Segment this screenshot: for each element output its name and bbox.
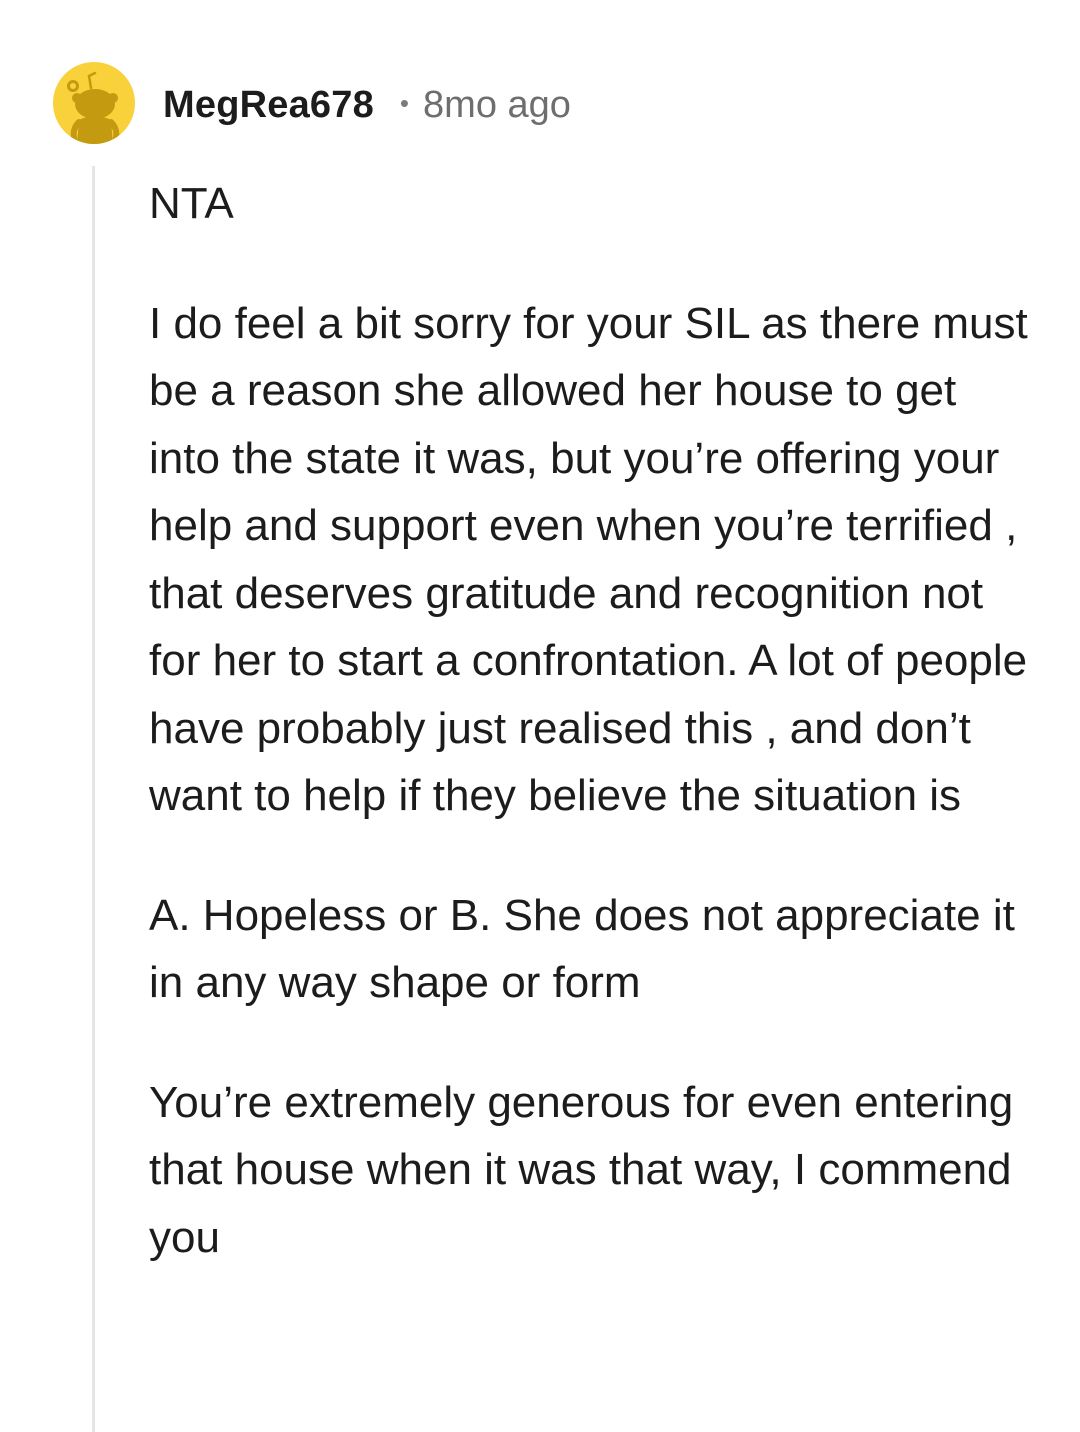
thread-collapse-line[interactable] (92, 166, 95, 1432)
comment-paragraph: NTA (149, 179, 234, 228)
timestamp[interactable]: 8mo ago (423, 84, 571, 127)
comment-paragraph: A. Hopeless or B. She does not appreciat… (149, 890, 1015, 1008)
comment-body: NTA I do feel a bit sorry for your SIL a… (149, 170, 1029, 1271)
comment-header: MegRea678 • 8mo ago (163, 80, 571, 130)
reddit-snoo-avatar-icon (67, 71, 120, 144)
comment-paragraph: You’re extremely generous for even enter… (149, 1077, 1014, 1262)
username[interactable]: MegRea678 (163, 84, 374, 127)
comment-paragraph: I do feel a bit sorry for your SIL as th… (149, 298, 1028, 821)
separator-dot: • (399, 87, 410, 118)
avatar[interactable] (53, 62, 135, 144)
comment: MegRea678 • 8mo ago NTA I do feel a bit … (0, 0, 1080, 1432)
